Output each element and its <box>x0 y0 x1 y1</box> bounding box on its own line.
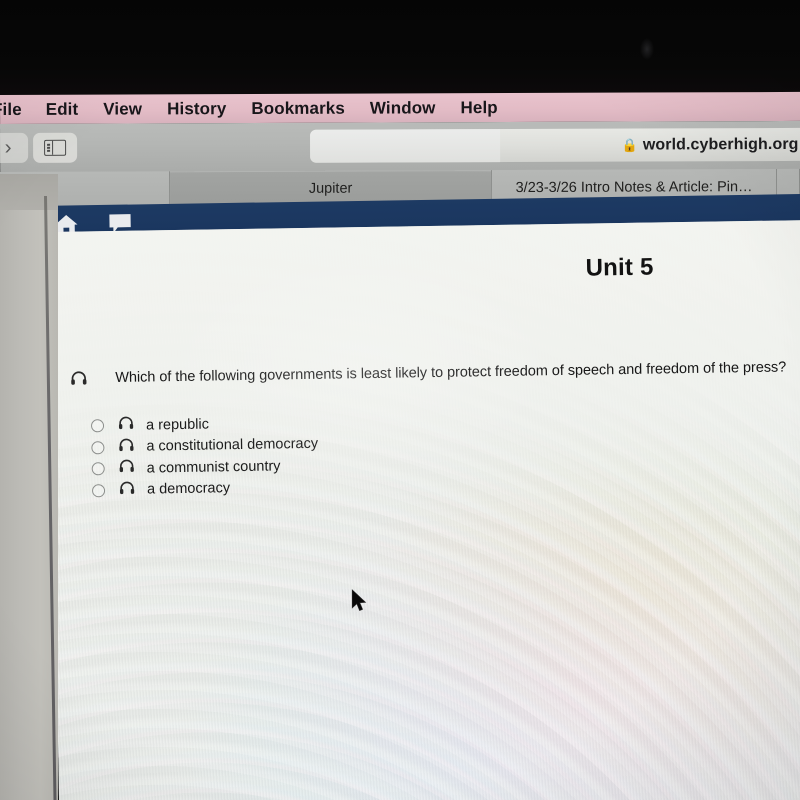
sidebar-toggle-button[interactable] <box>33 132 78 163</box>
headphones-icon[interactable] <box>118 437 134 456</box>
sidebar-icon <box>44 139 67 156</box>
menu-item-history[interactable]: History <box>167 99 226 119</box>
option-label: a constitutional democracy <box>146 436 319 455</box>
option-label: a republic <box>145 416 210 434</box>
radio-button[interactable] <box>91 440 105 455</box>
address-bar[interactable]: 🔒 world.cyberhigh.org <box>310 126 800 163</box>
lock-icon: 🔒 <box>621 137 638 153</box>
page-title: Unit 5 <box>585 253 654 282</box>
menu-item-view[interactable]: View <box>103 99 142 119</box>
headphones-icon[interactable] <box>118 416 134 435</box>
option-label: a democracy <box>146 480 231 498</box>
headphones-icon[interactable] <box>70 370 87 390</box>
monitor-bezel-top <box>0 0 800 96</box>
mouse-cursor <box>351 589 368 619</box>
headphones-icon[interactable] <box>119 480 135 499</box>
menu-item-bookmarks[interactable]: Bookmarks <box>251 98 345 118</box>
address-bar-url: world.cyberhigh.org <box>642 135 799 154</box>
question-text: Which of the following governments is le… <box>115 359 787 386</box>
forward-button[interactable]: › <box>0 132 29 164</box>
tab-label: Jupiter <box>308 180 353 197</box>
question-block: Which of the following governments is le… <box>60 358 800 391</box>
radio-button[interactable] <box>91 483 106 498</box>
menu-item-edit[interactable]: Edit <box>46 99 79 119</box>
bezel-glint <box>640 38 654 60</box>
menu-item-file[interactable]: File <box>0 99 22 119</box>
browser-toolbar: › 🔒 world.cyberhigh.org <box>0 120 800 174</box>
option-label: a communist country <box>146 458 281 477</box>
tab-label: 3/23-3/26 Intro Notes & Article: Pin… <box>515 178 753 196</box>
page-content: Unit 5 Which of the following government… <box>50 219 800 800</box>
address-bar-highlight <box>310 129 501 163</box>
answer-options-list: a republic a constitutional democracy a … <box>90 412 319 502</box>
menu-item-help[interactable]: Help <box>460 98 497 118</box>
menu-item-window[interactable]: Window <box>370 98 436 118</box>
chevron-right-icon: › <box>4 135 12 159</box>
radio-button[interactable] <box>90 419 105 433</box>
headphones-icon[interactable] <box>119 459 135 478</box>
menu-bar: File Edit View History Bookmarks Window … <box>0 91 800 124</box>
monitor-bezel-left-top <box>0 174 58 210</box>
screenshot-root: File Edit View History Bookmarks Window … <box>0 0 800 800</box>
radio-button[interactable] <box>91 462 105 476</box>
option-row[interactable]: a democracy <box>91 476 319 501</box>
